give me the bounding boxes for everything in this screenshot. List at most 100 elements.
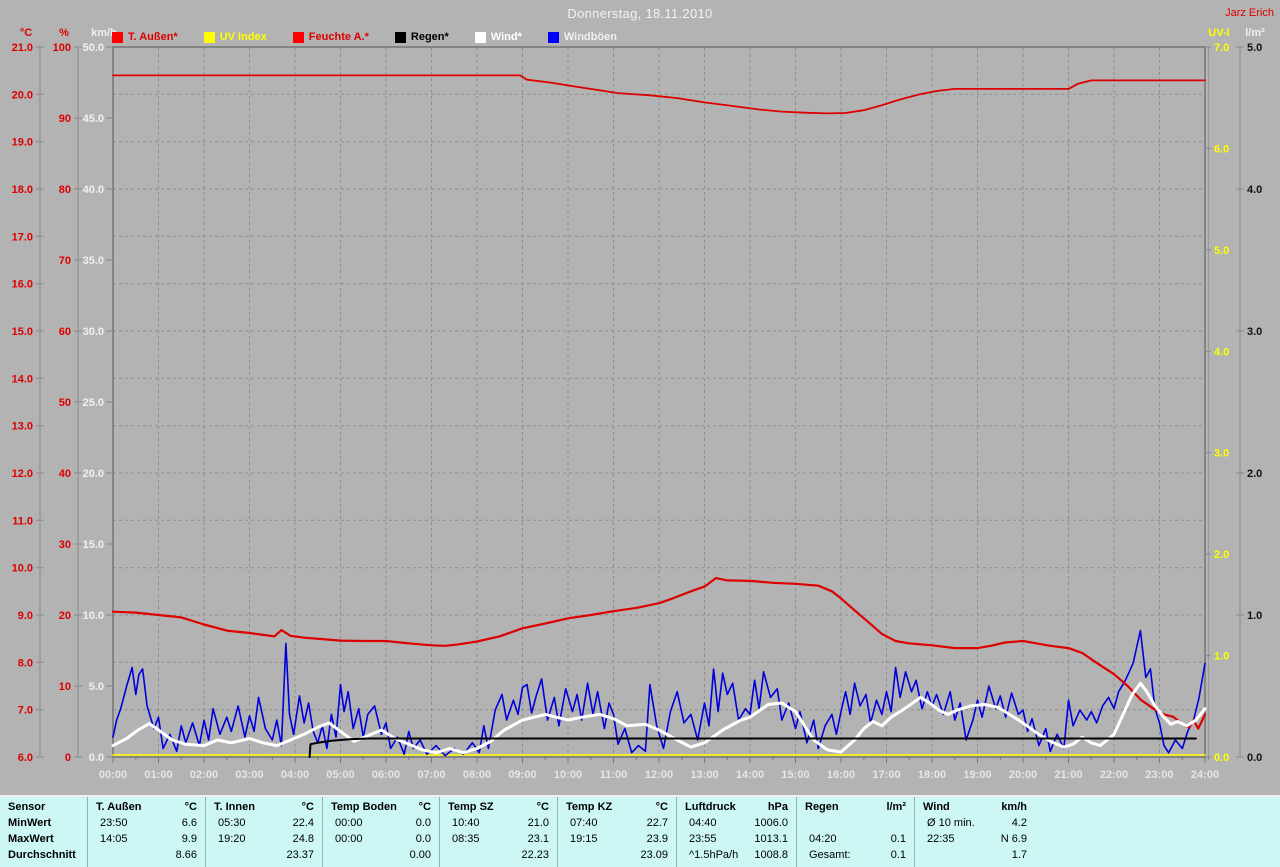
- svg-text:14.0: 14.0: [12, 373, 33, 385]
- cell-value: 6.6: [181, 817, 197, 829]
- column-header-label: T. Innen: [214, 801, 255, 813]
- table-header-row: Wind km/h: [915, 797, 1280, 815]
- svg-text:18:00: 18:00: [918, 769, 946, 781]
- table-header-row: Temp SZ °C: [440, 797, 557, 815]
- table-row: 05:30 22.4: [206, 815, 322, 831]
- svg-text:20:00: 20:00: [1009, 769, 1037, 781]
- svg-text:5.0: 5.0: [1247, 42, 1262, 54]
- series-wind: [111, 681, 1207, 755]
- table-row: 8.66: [88, 847, 205, 863]
- svg-text:21:00: 21:00: [1054, 769, 1082, 781]
- cell-value: 22.4: [292, 817, 314, 829]
- table-column-wind: Wind km/h Ø 10 min. 4.2 22:35 N 6.9 1.7: [915, 797, 1280, 867]
- table-row: 14:05 9.9: [88, 831, 205, 847]
- svg-text:100: 100: [53, 42, 71, 54]
- table-row: 00:00 0.0: [323, 831, 439, 847]
- svg-text:12:00: 12:00: [645, 769, 673, 781]
- table-row: Durchschnitt: [0, 847, 87, 863]
- svg-text:19.0: 19.0: [12, 137, 33, 149]
- table-row: Ø 10 min. 4.2: [915, 815, 1280, 831]
- svg-text:6.0: 6.0: [1214, 143, 1229, 155]
- column-header-label: Luftdruck: [685, 801, 736, 813]
- table-row: 23:50 6.6: [88, 815, 205, 831]
- svg-text:15:00: 15:00: [781, 769, 809, 781]
- svg-text:24:00: 24:00: [1191, 769, 1219, 781]
- table-row: 22.23: [440, 847, 557, 863]
- table-row: Gesamt: 0.1: [797, 847, 914, 863]
- svg-text:11:00: 11:00: [600, 769, 628, 781]
- svg-text:50.0: 50.0: [83, 42, 104, 54]
- column-header-unit: l/m²: [886, 801, 906, 813]
- table-row: 22:35 N 6.9: [915, 831, 1280, 847]
- svg-text:2.0: 2.0: [1214, 549, 1229, 561]
- svg-text:0: 0: [65, 752, 71, 764]
- row-label: MinWert: [8, 817, 52, 829]
- cell-value: 0.0: [415, 833, 431, 845]
- cell-value: 1008.8: [754, 849, 788, 861]
- table-column-temp-boden: Temp Boden °C 00:00 0.0 00:00 0.0 0.00: [323, 797, 440, 867]
- svg-text:13:00: 13:00: [690, 769, 718, 781]
- column-header-label: Temp Boden: [331, 801, 397, 813]
- cell-time: 14:05: [100, 833, 128, 845]
- cell-value: N 6.9: [1000, 833, 1027, 845]
- column-header-unit: °C: [301, 801, 314, 813]
- column-header-label: Regen: [805, 801, 839, 813]
- row-label: Durchschnitt: [8, 849, 76, 861]
- svg-text:14:00: 14:00: [736, 769, 764, 781]
- svg-text:3.0: 3.0: [1247, 326, 1262, 338]
- table-row: MaxWert: [0, 831, 87, 847]
- cell-value: 0.00: [409, 849, 431, 861]
- svg-text:07:00: 07:00: [417, 769, 445, 781]
- svg-text:0.0: 0.0: [89, 752, 104, 764]
- svg-text:00:00: 00:00: [99, 769, 127, 781]
- column-header-label: Temp KZ: [566, 801, 613, 813]
- y-axis-labels: 21.0 20.0 19.0 18.0 17.0 16.0 15.0 14.0 13.0 12.0…: [12, 42, 1263, 764]
- svg-text:90: 90: [59, 113, 71, 125]
- column-header-unit: °C: [536, 801, 549, 813]
- table-column-luftdruck: Luftdruck hPa 04:40 1006.0 23:55 1013.1 ^1.5hP…: [677, 797, 797, 867]
- table-column-temp-sz: Temp SZ °C 10:40 21.0 08:35 23.1 22.23: [440, 797, 558, 867]
- svg-text:22:00: 22:00: [1100, 769, 1128, 781]
- svg-text:01:00: 01:00: [144, 769, 172, 781]
- svg-text:2.0: 2.0: [1247, 468, 1262, 480]
- column-header-label: T. Außen: [96, 801, 142, 813]
- cell-time: ^1.5hPa/h: [689, 849, 739, 861]
- table-row: 04:20 0.1: [797, 831, 914, 847]
- cell-value: 23.37: [286, 849, 314, 861]
- svg-text:03:00: 03:00: [235, 769, 263, 781]
- cell-value: 22.23: [521, 849, 549, 861]
- cell-time: 04:20: [809, 833, 837, 845]
- svg-text:70: 70: [59, 255, 71, 267]
- cell-value: 0.0: [415, 817, 431, 829]
- svg-text:04:00: 04:00: [281, 769, 309, 781]
- svg-text:15.0: 15.0: [12, 326, 33, 338]
- table-column-regen: Regen l/m² 04:20 0.1 Gesamt: 0.1: [797, 797, 915, 867]
- column-header-unit: °C: [184, 801, 197, 813]
- cell-value: 0.1: [890, 833, 906, 845]
- svg-text:10.0: 10.0: [83, 610, 104, 622]
- cell-time: 00:00: [335, 833, 363, 845]
- svg-text:60: 60: [59, 326, 71, 338]
- table-row: 10:40 21.0: [440, 815, 557, 831]
- table-header-row: Luftdruck hPa: [677, 797, 796, 815]
- row-label: MaxWert: [8, 833, 54, 845]
- svg-text:05:00: 05:00: [326, 769, 354, 781]
- cell-value: 1013.1: [754, 833, 788, 845]
- svg-text:1.0: 1.0: [1214, 651, 1229, 663]
- svg-text:6.0: 6.0: [18, 752, 33, 764]
- cell-value: 23.1: [527, 833, 549, 845]
- cell-time: 04:40: [689, 817, 717, 829]
- cell-value: 9.9: [181, 833, 197, 845]
- svg-text:19:00: 19:00: [963, 769, 991, 781]
- svg-text:3.0: 3.0: [1214, 448, 1229, 460]
- svg-text:4.0: 4.0: [1247, 184, 1262, 196]
- table-row: 23.37: [206, 847, 322, 863]
- table-row: 0.00: [323, 847, 439, 863]
- column-header-label: Temp SZ: [448, 801, 494, 813]
- table-row: [797, 815, 914, 831]
- cell-time: 05:30: [218, 817, 246, 829]
- table-column-sensor: Sensor MinWert MaxWert Durchschnitt: [0, 797, 88, 867]
- svg-text:35.0: 35.0: [83, 255, 104, 267]
- table-column-temp-kz: Temp KZ °C 07:40 22.7 19:15 23.9 23.09: [558, 797, 677, 867]
- svg-text:80: 80: [59, 184, 71, 196]
